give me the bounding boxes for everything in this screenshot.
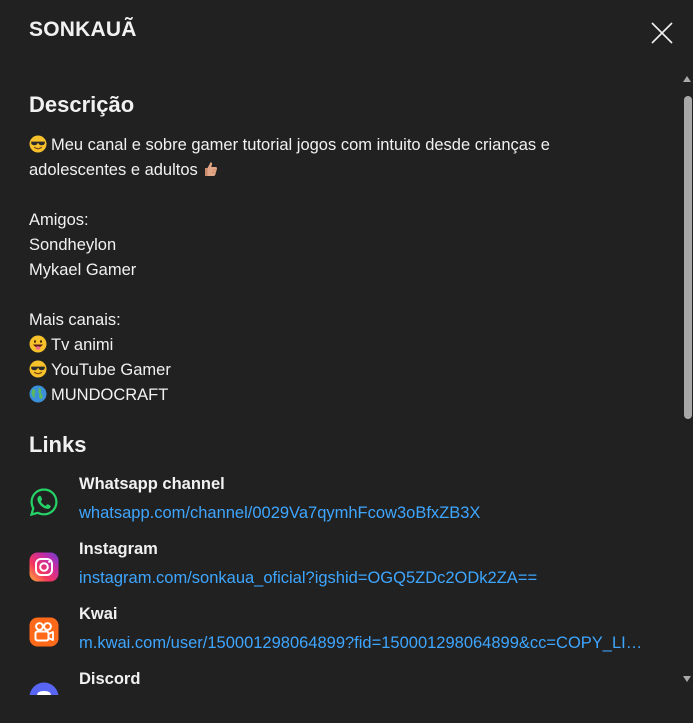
link-item-whatsapp[interactable]: Whatsapp channel whatsapp.com/channel/00…: [29, 475, 669, 535]
instagram-icon: [29, 552, 59, 582]
description-line: YouTube Gamer: [29, 358, 649, 383]
description-line: Meu canal e sobre gamer tutorial jogos c…: [29, 133, 649, 158]
dialog-scroll-area[interactable]: Descrição Meu canal e sobre gamer tutori…: [0, 70, 681, 695]
smiling-face-with-sunglasses-icon: [29, 135, 47, 153]
links-heading: Links: [29, 432, 87, 457]
whatsapp-icon: [29, 488, 58, 517]
thumbs-up-icon: [204, 162, 217, 176]
description-line-text: adolescentes e adultos: [29, 161, 198, 179]
description-line-text: Meu canal e sobre gamer tutorial jogos c…: [51, 136, 550, 154]
link-item-discord[interactable]: Discord: [29, 670, 669, 695]
description-line-text: YouTube Gamer: [51, 361, 171, 379]
description-line-text: Mykael Gamer: [29, 261, 137, 279]
description-line: Mykael Gamer: [29, 258, 649, 283]
link-url[interactable]: whatsapp.com/channel/0029Va7qymhFcow3oBf…: [79, 504, 644, 523]
link-item-kwai[interactable]: Kwai m.kwai.com/user/150001298064899?fid…: [29, 605, 669, 665]
scroll-down-arrow-icon[interactable]: [683, 676, 691, 682]
description-line-text: Mais canais:: [29, 311, 121, 329]
scroll-up-arrow-icon[interactable]: [683, 76, 691, 82]
smiling-face-with-sunglasses-icon: [29, 360, 47, 378]
description-line: Tv animi: [29, 333, 649, 358]
description-blank-line: [29, 283, 649, 308]
description-line-text: Sondheylon: [29, 236, 117, 254]
description-line: Amigos:: [29, 208, 649, 233]
description-line: MUNDOCRAFT: [29, 383, 649, 408]
close-icon: [651, 22, 673, 44]
scrollbar-thumb[interactable]: [684, 96, 692, 419]
link-title: Kwai: [79, 605, 118, 623]
description-line-text: MUNDOCRAFT: [51, 386, 169, 404]
link-title: Discord: [79, 670, 141, 688]
link-url[interactable]: instagram.com/sonkaua_oficial?igshid=OGQ…: [79, 569, 644, 588]
close-button[interactable]: [646, 17, 678, 49]
channel-title: SONKAUÃ: [29, 18, 137, 41]
description-text: Meu canal e sobre gamer tutorial jogos c…: [29, 133, 649, 408]
description-line-text: Tv animi: [51, 336, 114, 354]
globe-icon: [29, 385, 47, 403]
link-item-instagram[interactable]: Instagram instagram.com/sonkaua_oficial?…: [29, 540, 669, 600]
link-title: Whatsapp channel: [79, 475, 225, 493]
link-title: Instagram: [79, 540, 158, 558]
description-blank-line: [29, 183, 649, 208]
kwai-icon: [29, 617, 59, 647]
description-line: Mais canais:: [29, 308, 649, 333]
grinning-face-with-tongue-icon: [29, 335, 47, 353]
description-line: adolescentes e adultos: [29, 158, 649, 183]
description-heading: Descrição: [29, 92, 135, 117]
description-line: Sondheylon: [29, 233, 649, 258]
vertical-scrollbar[interactable]: [681, 72, 693, 692]
channel-about-dialog: SONKAUÃ Descrição Meu canal e sobre game…: [0, 0, 693, 723]
discord-icon: [29, 682, 59, 695]
description-line-text: Amigos:: [29, 211, 89, 229]
link-url[interactable]: m.kwai.com/user/150001298064899?fid=1500…: [79, 634, 644, 653]
